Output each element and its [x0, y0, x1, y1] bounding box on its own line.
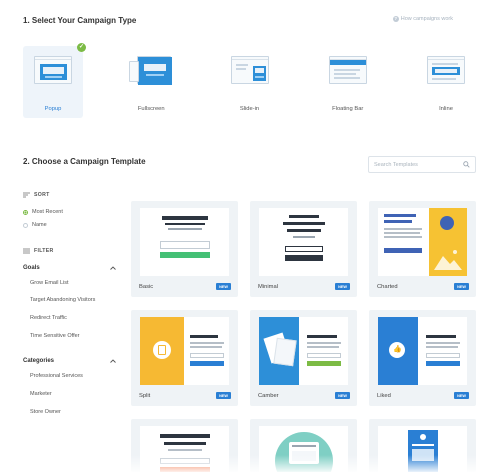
template-card-partial[interactable]	[250, 419, 357, 472]
new-badge: NEW	[335, 392, 350, 399]
template-card-partial[interactable]	[131, 419, 238, 472]
template-preview	[259, 317, 348, 385]
template-preview	[378, 426, 467, 472]
category-professional-services[interactable]: Professional Services	[30, 373, 83, 379]
campaign-type-label: Slide-in	[239, 106, 260, 112]
template-name: Liked	[377, 393, 391, 399]
template-name: Minimal	[258, 284, 278, 290]
template-preview	[378, 208, 467, 276]
help-icon: ?	[392, 16, 399, 22]
search-input[interactable]	[374, 161, 464, 168]
search-templates-field[interactable]	[368, 156, 476, 173]
template-card-minimal[interactable]: Minimal NEW	[250, 201, 357, 297]
check-icon: ✓	[77, 43, 86, 52]
sort-option-label: Name	[32, 222, 47, 228]
popup-thumbnail-icon	[34, 56, 72, 84]
campaign-type-list: ✓ Popup Fullscreen Slide-in Floating Bar…	[23, 43, 476, 118]
filter-label: FILTER	[34, 248, 54, 254]
step1-title: 1. Select Your Campaign Type	[23, 16, 137, 25]
search-icon[interactable]	[463, 161, 470, 168]
template-card-liked[interactable]: 👍 Liked NEW	[369, 310, 476, 406]
sort-option-name[interactable]: Name	[23, 222, 47, 228]
goals-title: Goals	[23, 265, 40, 271]
campaign-type-floating-bar[interactable]: Floating Bar	[318, 46, 378, 118]
filter-heading: FILTER	[23, 248, 54, 254]
radio-unselected-icon[interactable]	[23, 222, 28, 228]
template-preview	[140, 317, 229, 385]
thumbs-up-icon: 👍	[393, 346, 402, 353]
goal-redirect-traffic[interactable]: Redirect Traffic	[30, 315, 67, 321]
template-preview	[259, 208, 348, 276]
category-store-owner[interactable]: Store Owner	[30, 409, 61, 415]
radio-selected-icon[interactable]	[23, 209, 28, 215]
floating-bar-thumbnail-icon	[328, 56, 367, 84]
how-campaigns-work-label: How campaigns work	[400, 16, 453, 22]
campaign-type-slide-in[interactable]: Slide-in	[220, 46, 280, 118]
sort-option-label: Most Recent	[32, 209, 63, 215]
campaign-type-label: Inline	[439, 106, 453, 112]
template-name: Charted	[377, 284, 398, 290]
template-name: Camber	[258, 393, 279, 399]
sort-label: SORT	[34, 192, 50, 198]
new-badge: NEW	[335, 283, 350, 290]
sort-icon	[23, 192, 30, 198]
campaign-type-label: Fullscreen	[137, 106, 165, 112]
goal-time-sensitive-offer[interactable]: Time Sensitive Offer	[30, 333, 80, 339]
template-card-split[interactable]: Split NEW	[131, 310, 238, 406]
chevron-up-icon[interactable]	[110, 359, 116, 363]
slide-in-thumbnail-icon	[230, 56, 269, 84]
campaign-type-fullscreen[interactable]: Fullscreen	[121, 46, 181, 118]
template-card-camber[interactable]: Camber NEW	[250, 310, 357, 406]
goal-target-abandoning-visitors[interactable]: Target Abandoning Visitors	[30, 297, 95, 303]
category-marketer[interactable]: Marketer	[30, 391, 52, 397]
how-campaigns-work-link[interactable]: ? How campaigns work	[392, 16, 453, 22]
template-name: Basic	[139, 284, 154, 290]
campaign-type-label: Popup	[44, 106, 62, 112]
step2-title: 2. Choose a Campaign Template	[23, 157, 146, 166]
template-preview	[140, 208, 229, 276]
campaign-type-popup[interactable]: ✓ Popup	[23, 43, 86, 118]
template-preview: 👍	[378, 317, 467, 385]
campaign-type-inline[interactable]: Inline	[416, 46, 476, 118]
campaign-type-label: Floating Bar	[332, 106, 364, 112]
template-card-partial[interactable]	[369, 419, 476, 472]
new-badge: NEW	[454, 283, 469, 290]
categories-title: Categories	[23, 358, 55, 364]
new-badge: NEW	[216, 392, 231, 399]
new-badge: NEW	[216, 283, 231, 290]
filter-icon	[23, 248, 30, 254]
categories-group-toggle[interactable]: Categories	[23, 358, 116, 364]
sort-heading: SORT	[23, 192, 50, 198]
template-card-charted[interactable]: Charted NEW	[369, 201, 476, 297]
chevron-up-icon[interactable]	[110, 266, 116, 270]
template-preview	[140, 426, 229, 472]
template-name: Split	[139, 393, 151, 399]
fullscreen-thumbnail-icon	[137, 56, 173, 85]
goals-group-toggle[interactable]: Goals	[23, 265, 116, 271]
sort-option-most-recent[interactable]: Most Recent	[23, 209, 63, 215]
new-badge: NEW	[454, 392, 469, 399]
template-preview	[259, 426, 348, 472]
goal-grow-email-list[interactable]: Grow Email List	[30, 280, 69, 286]
template-card-basic[interactable]: Basic NEW	[131, 201, 238, 297]
inline-thumbnail-icon	[427, 56, 465, 84]
